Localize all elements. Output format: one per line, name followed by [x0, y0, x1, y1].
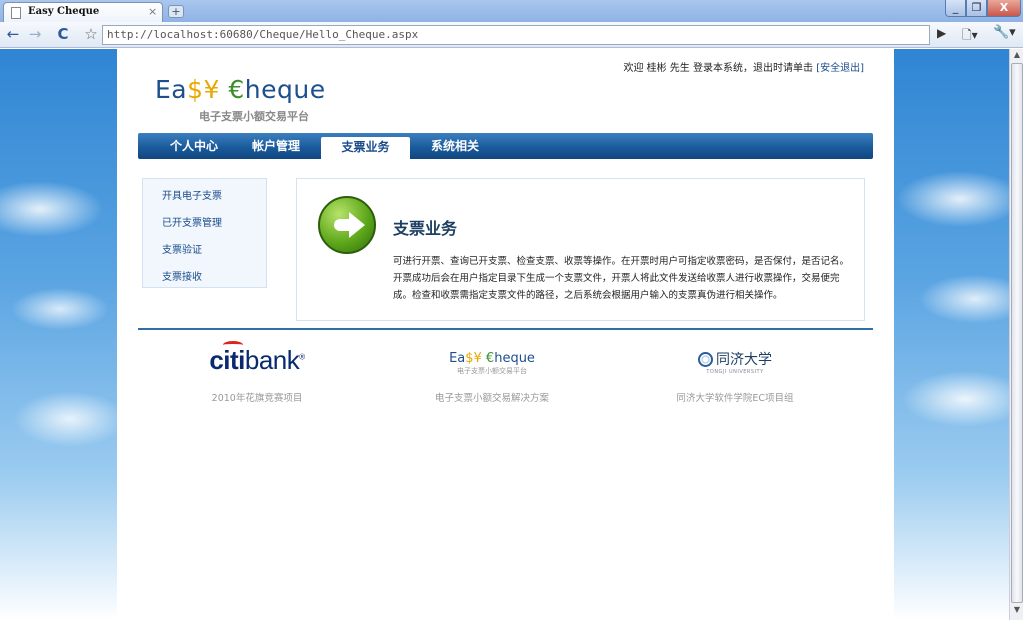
footer-divider	[138, 328, 873, 330]
logout-link[interactable]: [安全退出]	[816, 63, 864, 74]
footer-caption-tongji: 同济大学软件学院EC项目组	[676, 393, 794, 404]
footer-caption-citi: 2010年花旗竞赛项目	[211, 393, 303, 404]
sidebar-item-verify-cheque[interactable]: 支票验证	[162, 241, 202, 256]
browser-toolbar: ← → C ☆ http://localhost:60680/Cheque/He…	[0, 22, 1023, 48]
main-nav: 个人中心 帐户管理 支票业务 系统相关	[138, 133, 873, 159]
window-titlebar: Easy Cheque × + _ ❐ X	[0, 0, 1023, 22]
vertical-scrollbar[interactable]: ▲ ▼	[1009, 49, 1023, 620]
logo-part1: Ea	[155, 75, 188, 104]
nav-cheque-business[interactable]: 支票业务	[321, 137, 410, 159]
content-description: 可进行开票、查询已开支票、检查支票、收票等操作。在开票时用户可指定收票密码，是否…	[393, 256, 850, 301]
page-viewport: 欢迎 桂彬 先生 登录本系统，退出时请单击 [安全退出] Ea$¥ €heque…	[0, 49, 1009, 620]
tongji-english-name: TONGJI UNIVERSITY	[706, 369, 764, 375]
tongji-logo: 同济大学 TONGJI UNIVERSITY	[645, 345, 825, 375]
citibank-logo: citibank®	[167, 341, 347, 376]
sidebar-item-issue-cheque[interactable]: 开具电子支票	[162, 187, 222, 202]
citi-text: citi	[209, 341, 245, 375]
welcome-message: 欢迎 桂彬 先生 登录本系统，退出时请单击 [安全退出]	[623, 59, 864, 74]
page-menu-icon[interactable]: 🗋▾	[962, 26, 978, 47]
page-icon	[11, 7, 21, 19]
tongji-seal-icon	[698, 352, 713, 367]
maximize-button[interactable]: ❐	[966, 0, 987, 17]
bookmark-star-icon[interactable]: ☆	[81, 25, 101, 45]
footer-caption-easycheque: 电子支票小额交易解决方案	[434, 393, 549, 404]
sidebar-item-receive-cheque[interactable]: 支票接收	[162, 268, 202, 283]
reload-icon[interactable]: C	[53, 25, 73, 45]
citi-arc-icon	[223, 341, 244, 349]
tab-title: Easy Cheque	[28, 6, 100, 17]
page-container: 欢迎 桂彬 先生 登录本系统，退出时请单击 [安全退出] Ea$¥ €heque…	[117, 49, 894, 620]
nav-system[interactable]: 系统相关	[419, 133, 491, 159]
scroll-down-arrow-icon[interactable]: ▼	[1011, 605, 1023, 617]
minimize-button[interactable]: _	[945, 0, 966, 17]
browser-tab[interactable]: Easy Cheque ×	[3, 2, 163, 22]
welcome-text: 欢迎 桂彬 先生 登录本系统，退出时请单击	[623, 63, 813, 74]
mini-logo-subtitle: 电子支票小额交易平台	[457, 367, 527, 375]
sidebar-item-issued-cheques[interactable]: 已开支票管理	[162, 214, 222, 229]
tab-close-icon[interactable]: ×	[148, 5, 157, 18]
wrench-menu-icon[interactable]: 🔧▾	[993, 25, 1016, 40]
registered-mark: ®	[299, 352, 305, 362]
new-tab-button[interactable]: +	[168, 5, 184, 18]
arrow-right-icon	[318, 196, 376, 254]
logo-symbols: $¥	[187, 75, 220, 104]
back-arrow-icon[interactable]: ←	[3, 25, 23, 45]
scroll-up-arrow-icon[interactable]: ▲	[1011, 50, 1023, 62]
tongji-name: 同济大学	[716, 352, 772, 368]
scroll-thumb[interactable]	[1011, 63, 1023, 603]
easycheque-mini-logo: Ea$¥ €heque 电子支票小额交易平台	[402, 345, 582, 376]
go-arrow-icon[interactable]: ▶	[937, 26, 946, 40]
close-window-button[interactable]: X	[987, 0, 1021, 17]
logo-part2: heque	[244, 75, 326, 104]
address-bar[interactable]: http://localhost:60680/Cheque/Hello_Cheq…	[102, 25, 930, 45]
content-panel: 支票业务 可进行开票、查询已开支票、检查支票、收票等操作。在开票时用户可指定收票…	[296, 178, 865, 321]
bank-text: bank	[244, 345, 300, 375]
nav-account-management[interactable]: 帐户管理	[240, 133, 312, 159]
site-logo[interactable]: Ea$¥ €heque	[155, 75, 326, 104]
content-title: 支票业务	[393, 219, 458, 238]
logo-euro: €	[219, 75, 245, 104]
logo-subtitle: 电子支票小额交易平台	[199, 110, 309, 123]
forward-arrow-icon[interactable]: →	[25, 25, 45, 45]
nav-personal-center[interactable]: 个人中心	[158, 133, 230, 159]
sidebar: 开具电子支票 已开支票管理 支票验证 支票接收	[142, 178, 267, 288]
